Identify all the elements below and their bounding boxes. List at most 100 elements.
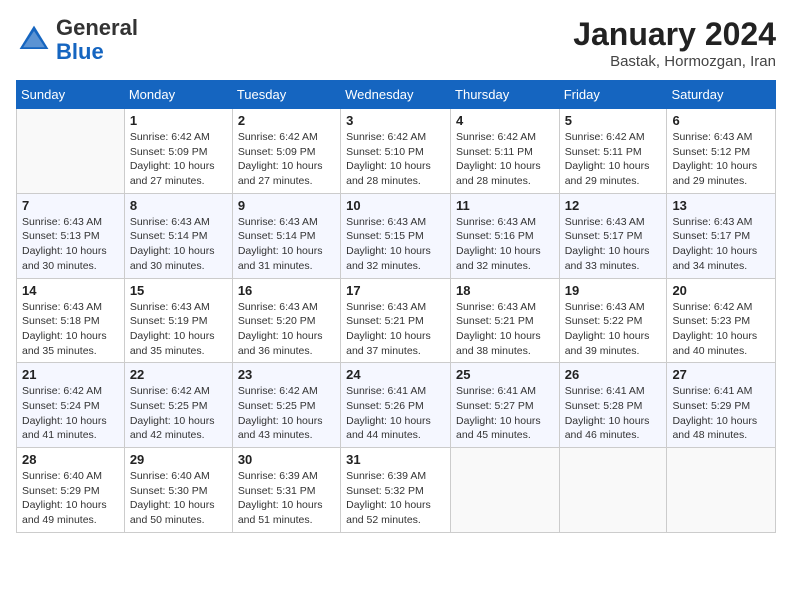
header-thursday: Thursday	[451, 81, 560, 109]
day-info: Sunrise: 6:43 AM Sunset: 5:14 PM Dayligh…	[238, 215, 335, 274]
calendar-header-row: SundayMondayTuesdayWednesdayThursdayFrid…	[17, 81, 776, 109]
day-number: 21	[22, 367, 119, 382]
day-cell: 26 Sunrise: 6:41 AM Sunset: 5:28 PM Dayli…	[559, 363, 667, 448]
day-cell: 27 Sunrise: 6:41 AM Sunset: 5:29 PM Dayli…	[667, 363, 776, 448]
logo: General Blue	[16, 16, 138, 64]
day-info: Sunrise: 6:43 AM Sunset: 5:17 PM Dayligh…	[672, 215, 770, 274]
day-info: Sunrise: 6:39 AM Sunset: 5:31 PM Dayligh…	[238, 469, 335, 528]
day-cell: 5 Sunrise: 6:42 AM Sunset: 5:11 PM Daylig…	[559, 109, 667, 194]
day-number: 23	[238, 367, 335, 382]
day-cell: 8Sunrise: 6:43 AM Sunset: 5:14 PM Daylig…	[124, 193, 232, 278]
day-info: Sunrise: 6:41 AM Sunset: 5:27 PM Dayligh…	[456, 384, 554, 443]
day-cell: 31Sunrise: 6:39 AM Sunset: 5:32 PM Dayli…	[341, 448, 451, 533]
day-info: Sunrise: 6:42 AM Sunset: 5:11 PM Dayligh…	[565, 130, 662, 189]
day-info: Sunrise: 6:42 AM Sunset: 5:25 PM Dayligh…	[130, 384, 227, 443]
day-cell: 15Sunrise: 6:43 AM Sunset: 5:19 PM Dayli…	[124, 278, 232, 363]
day-cell: 1 Sunrise: 6:42 AM Sunset: 5:09 PM Daylig…	[124, 109, 232, 194]
day-cell: 29 Sunrise: 6:40 AM Sunset: 5:30 PM Dayli…	[124, 448, 232, 533]
header-sunday: Sunday	[17, 81, 125, 109]
day-cell: 6 Sunrise: 6:43 AM Sunset: 5:12 PM Daylig…	[667, 109, 776, 194]
day-number: 25	[456, 367, 554, 382]
day-info: Sunrise: 6:43 AM Sunset: 5:16 PM Dayligh…	[456, 215, 554, 274]
day-info: Sunrise: 6:41 AM Sunset: 5:28 PM Dayligh…	[565, 384, 662, 443]
header-tuesday: Tuesday	[232, 81, 340, 109]
day-number: 14	[22, 283, 119, 298]
day-number: 13	[672, 198, 770, 213]
day-number: 18	[456, 283, 554, 298]
day-info: Sunrise: 6:43 AM Sunset: 5:22 PM Dayligh…	[565, 300, 662, 359]
day-cell: 28 Sunrise: 6:40 AM Sunset: 5:29 PM Dayli…	[17, 448, 125, 533]
week-row-0: 1 Sunrise: 6:42 AM Sunset: 5:09 PM Daylig…	[17, 109, 776, 194]
week-row-1: 7 Sunrise: 6:43 AM Sunset: 5:13 PM Daylig…	[17, 193, 776, 278]
day-number: 10	[346, 198, 445, 213]
day-info: Sunrise: 6:42 AM Sunset: 5:25 PM Dayligh…	[238, 384, 335, 443]
day-number: 8	[130, 198, 227, 213]
day-cell: 19 Sunrise: 6:43 AM Sunset: 5:22 PM Dayli…	[559, 278, 667, 363]
day-info: Sunrise: 6:43 AM Sunset: 5:21 PM Dayligh…	[346, 300, 445, 359]
day-cell	[17, 109, 125, 194]
day-number: 28	[22, 452, 119, 467]
day-cell: 3Sunrise: 6:42 AM Sunset: 5:10 PM Daylig…	[341, 109, 451, 194]
day-number: 22	[130, 367, 227, 382]
day-number: 12	[565, 198, 662, 213]
week-row-3: 21Sunrise: 6:42 AM Sunset: 5:24 PM Dayli…	[17, 363, 776, 448]
day-info: Sunrise: 6:42 AM Sunset: 5:23 PM Dayligh…	[672, 300, 770, 359]
calendar-table: SundayMondayTuesdayWednesdayThursdayFrid…	[16, 80, 776, 533]
day-info: Sunrise: 6:40 AM Sunset: 5:30 PM Dayligh…	[130, 469, 227, 528]
day-number: 1	[130, 113, 227, 128]
logo-blue: Blue	[56, 39, 104, 64]
day-info: Sunrise: 6:43 AM Sunset: 5:18 PM Dayligh…	[22, 300, 119, 359]
day-number: 19	[565, 283, 662, 298]
day-cell: 16Sunrise: 6:43 AM Sunset: 5:20 PM Dayli…	[232, 278, 340, 363]
day-cell	[451, 448, 560, 533]
logo-icon	[16, 22, 52, 58]
day-number: 30	[238, 452, 335, 467]
day-info: Sunrise: 6:43 AM Sunset: 5:15 PM Dayligh…	[346, 215, 445, 274]
day-cell: 17 Sunrise: 6:43 AM Sunset: 5:21 PM Dayli…	[341, 278, 451, 363]
title-block: January 2024 Bastak, Hormozgan, Iran	[573, 16, 776, 70]
day-cell	[667, 448, 776, 533]
day-cell: 21Sunrise: 6:42 AM Sunset: 5:24 PM Dayli…	[17, 363, 125, 448]
day-cell: 20 Sunrise: 6:42 AM Sunset: 5:23 PM Dayli…	[667, 278, 776, 363]
page-header: General Blue January 2024 Bastak, Hormoz…	[16, 16, 776, 70]
day-number: 2	[238, 113, 335, 128]
day-info: Sunrise: 6:42 AM Sunset: 5:11 PM Dayligh…	[456, 130, 554, 189]
day-cell: 13 Sunrise: 6:43 AM Sunset: 5:17 PM Dayli…	[667, 193, 776, 278]
week-row-2: 14 Sunrise: 6:43 AM Sunset: 5:18 PM Dayli…	[17, 278, 776, 363]
day-cell: 25 Sunrise: 6:41 AM Sunset: 5:27 PM Dayli…	[451, 363, 560, 448]
day-cell: 10 Sunrise: 6:43 AM Sunset: 5:15 PM Dayli…	[341, 193, 451, 278]
day-number: 20	[672, 283, 770, 298]
day-number: 5	[565, 113, 662, 128]
day-number: 15	[130, 283, 227, 298]
day-number: 9	[238, 198, 335, 213]
day-cell: 11 Sunrise: 6:43 AM Sunset: 5:16 PM Dayli…	[451, 193, 560, 278]
day-info: Sunrise: 6:41 AM Sunset: 5:29 PM Dayligh…	[672, 384, 770, 443]
header-saturday: Saturday	[667, 81, 776, 109]
day-cell: 30 Sunrise: 6:39 AM Sunset: 5:31 PM Dayli…	[232, 448, 340, 533]
header-wednesday: Wednesday	[341, 81, 451, 109]
day-number: 26	[565, 367, 662, 382]
day-info: Sunrise: 6:41 AM Sunset: 5:26 PM Dayligh…	[346, 384, 445, 443]
day-number: 6	[672, 113, 770, 128]
day-info: Sunrise: 6:42 AM Sunset: 5:09 PM Dayligh…	[130, 130, 227, 189]
day-number: 7	[22, 198, 119, 213]
day-info: Sunrise: 6:40 AM Sunset: 5:29 PM Dayligh…	[22, 469, 119, 528]
day-number: 27	[672, 367, 770, 382]
day-cell: 18Sunrise: 6:43 AM Sunset: 5:21 PM Dayli…	[451, 278, 560, 363]
day-number: 11	[456, 198, 554, 213]
day-info: Sunrise: 6:43 AM Sunset: 5:17 PM Dayligh…	[565, 215, 662, 274]
day-cell: 14 Sunrise: 6:43 AM Sunset: 5:18 PM Dayli…	[17, 278, 125, 363]
day-number: 31	[346, 452, 445, 467]
calendar-title: January 2024	[573, 16, 776, 53]
day-number: 29	[130, 452, 227, 467]
day-info: Sunrise: 6:43 AM Sunset: 5:12 PM Dayligh…	[672, 130, 770, 189]
day-number: 24	[346, 367, 445, 382]
day-cell: 12 Sunrise: 6:43 AM Sunset: 5:17 PM Dayli…	[559, 193, 667, 278]
day-info: Sunrise: 6:43 AM Sunset: 5:13 PM Dayligh…	[22, 215, 119, 274]
logo-text: General Blue	[56, 16, 138, 64]
day-info: Sunrise: 6:43 AM Sunset: 5:20 PM Dayligh…	[238, 300, 335, 359]
day-cell: 4 Sunrise: 6:42 AM Sunset: 5:11 PM Daylig…	[451, 109, 560, 194]
day-number: 17	[346, 283, 445, 298]
day-number: 4	[456, 113, 554, 128]
day-cell: 23 Sunrise: 6:42 AM Sunset: 5:25 PM Dayli…	[232, 363, 340, 448]
